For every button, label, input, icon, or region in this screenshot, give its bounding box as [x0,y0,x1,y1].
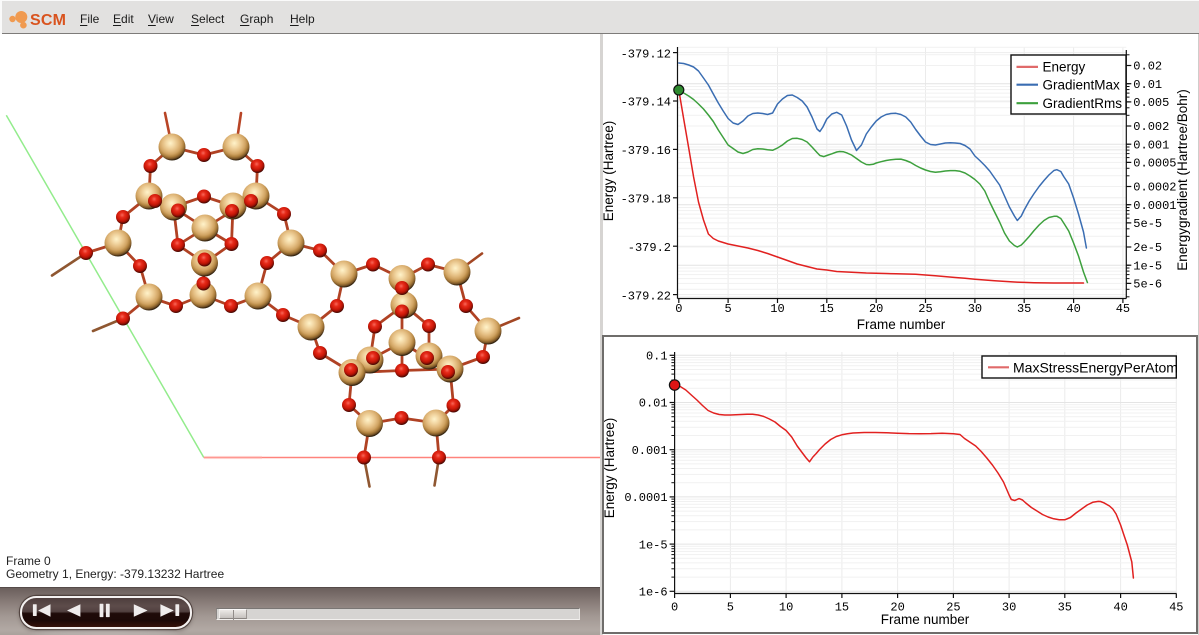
svg-text:Energygradient (Hartree/Bohr): Energygradient (Hartree/Bohr) [1175,89,1190,271]
svg-text:0.0005: 0.0005 [1133,157,1176,171]
svg-text:0.002: 0.002 [1133,120,1169,134]
svg-text:0.0002: 0.0002 [1133,181,1176,195]
svg-text:0.02: 0.02 [1133,60,1162,74]
svg-text:Energy (Hartree): Energy (Hartree) [601,121,616,222]
svg-text:0: 0 [675,302,682,316]
svg-text:5e-6: 5e-6 [1133,278,1162,292]
svg-text:-379.16: -379.16 [621,144,671,158]
svg-text:0.0001: 0.0001 [1133,199,1176,213]
svg-text:10: 10 [770,302,784,316]
svg-text:0.01: 0.01 [1133,78,1162,92]
svg-text:1e-5: 1e-5 [1133,259,1162,273]
svg-text:5: 5 [724,302,731,316]
svg-text:-379.2: -379.2 [628,241,671,255]
svg-text:-379.22: -379.22 [621,289,671,303]
svg-text:-379.12: -379.12 [621,47,671,61]
svg-text:20: 20 [869,302,883,316]
svg-text:35: 35 [1017,302,1031,316]
svg-text:GradientRms: GradientRms [1043,96,1123,111]
svg-text:30: 30 [968,302,982,316]
svg-text:-379.14: -379.14 [621,96,671,110]
svg-text:-379.18: -379.18 [621,193,671,207]
svg-text:Energy: Energy [1043,60,1086,75]
svg-text:0.005: 0.005 [1133,96,1169,110]
svg-text:2e-5: 2e-5 [1133,241,1162,255]
svg-text:Frame number: Frame number [857,317,946,332]
svg-text:0.001: 0.001 [1133,138,1169,152]
svg-text:GradientMax: GradientMax [1043,78,1121,93]
svg-text:25: 25 [918,302,932,316]
svg-text:15: 15 [820,302,834,316]
svg-text:5e-5: 5e-5 [1133,217,1162,231]
svg-text:45: 45 [1116,302,1130,316]
svg-text:40: 40 [1066,302,1080,316]
